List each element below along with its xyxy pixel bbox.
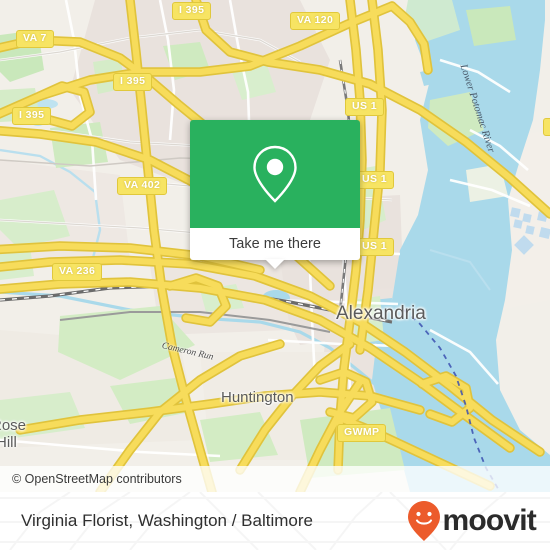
place-label-alexandria: Alexandria [336, 303, 426, 324]
road-shield-clipped [543, 118, 550, 136]
footer-bar: Virginia Florist, Washington / Baltimore… [0, 492, 550, 550]
road-shield: VA 120 [290, 12, 341, 30]
map-screenshot: I 395 VA 120 VA 7 I 395 US 1 I 395 VA 40… [0, 0, 550, 550]
map-attribution-bar: © OpenStreetMap contributors [0, 466, 550, 492]
road-shield: I 395 [12, 107, 52, 125]
road-shield: I 395 [113, 73, 153, 91]
callout-image-panel [190, 120, 360, 228]
road-shield: VA 236 [52, 263, 103, 281]
footer-title: Virginia Florist, Washington / Baltimore [21, 511, 313, 530]
road-shield: GWMP [337, 424, 387, 442]
moovit-pin-smiley-icon [408, 501, 441, 541]
road-shield: VA 402 [117, 177, 168, 195]
map-pin-icon [253, 145, 297, 203]
moovit-wordmark: moovit [442, 504, 536, 537]
road-shield: US 1 [355, 171, 394, 189]
moovit-brand-logo: moovit [407, 500, 550, 542]
callout-action-bar[interactable]: Take me there [190, 228, 360, 260]
take-me-there-label: Take me there [229, 236, 321, 252]
map-canvas[interactable]: I 395 VA 120 VA 7 I 395 US 1 I 395 VA 40… [0, 0, 550, 492]
road-shield: I 395 [172, 2, 212, 20]
callout-pointer-tail [265, 259, 285, 269]
attribution-text: © OpenStreetMap contributors [12, 472, 182, 486]
road-shield: US 1 [355, 238, 394, 256]
place-label-rose: Rose [0, 417, 27, 434]
road-shield: VA 7 [16, 30, 54, 48]
place-label-hill: Hill [0, 434, 17, 451]
road-shield: US 1 [345, 98, 384, 116]
place-label-huntington: Huntington [221, 389, 294, 406]
location-callout-card[interactable]: Take me there [190, 120, 360, 269]
